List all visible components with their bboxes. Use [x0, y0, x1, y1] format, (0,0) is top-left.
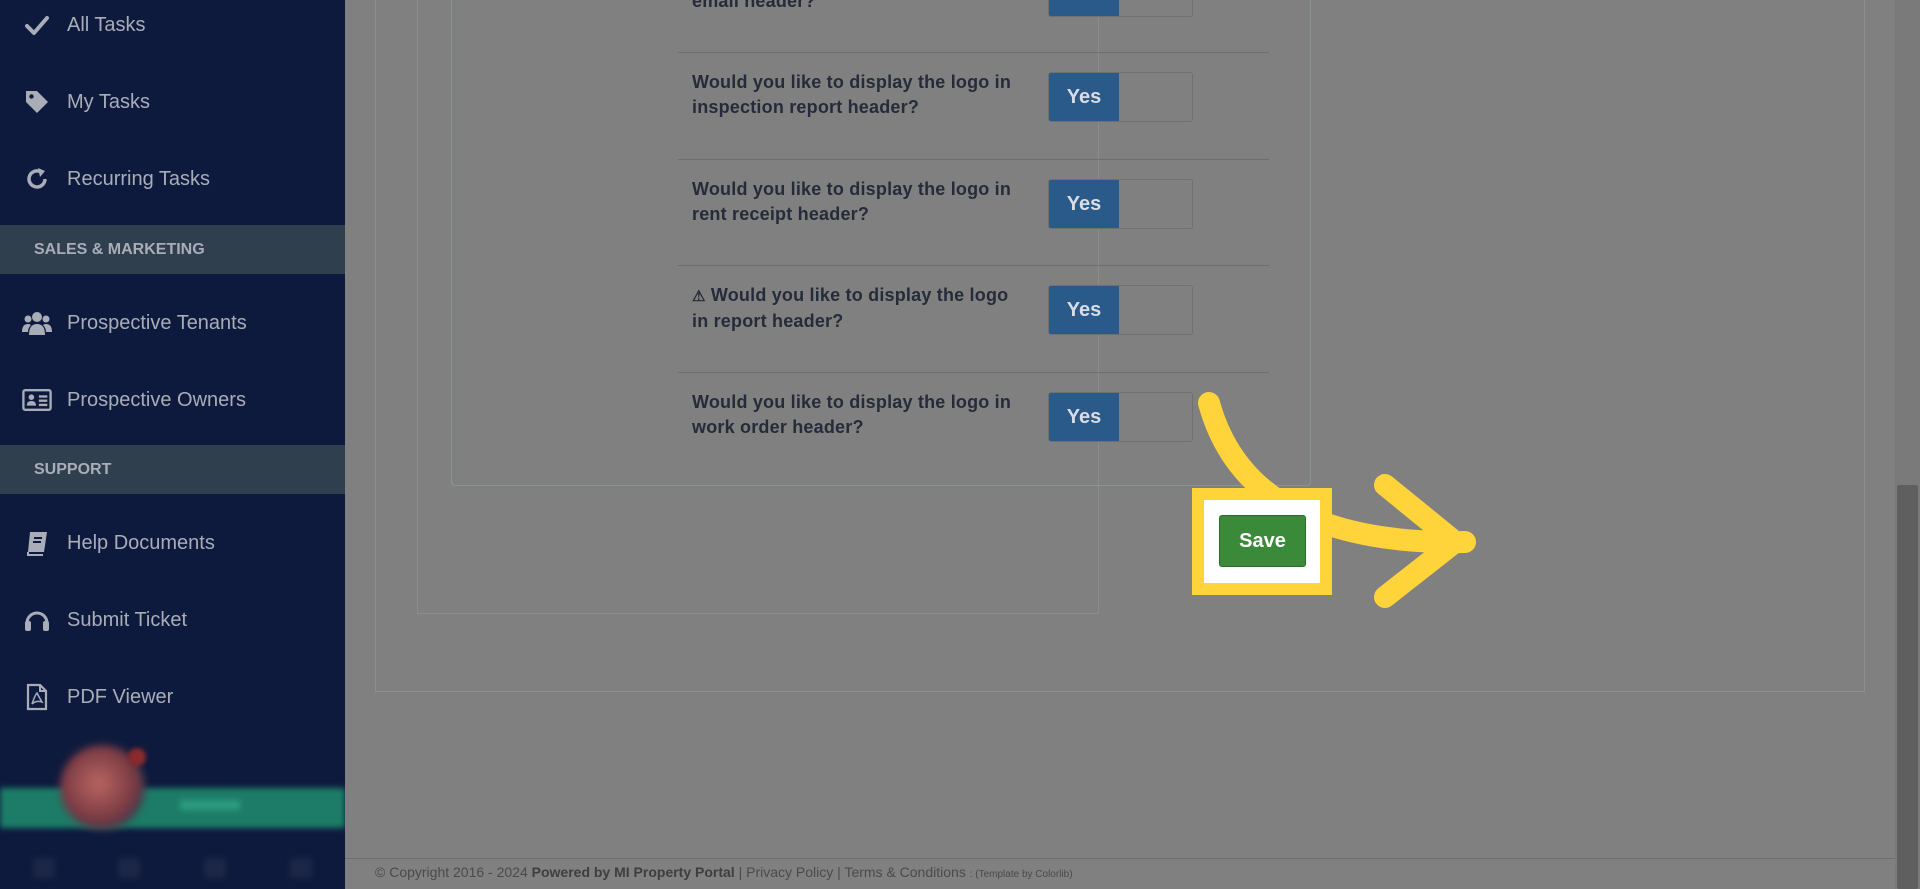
sidebar-item-label: PDF Viewer	[67, 685, 174, 708]
question-rent-receipt-header: Would you like to display the logo in re…	[692, 179, 1012, 224]
sidebar-item-my-tasks[interactable]: My Tasks	[0, 64, 345, 140]
sidebar: All Tasks My Tasks Recurring Tasks SALES…	[0, 0, 345, 889]
row-divider	[678, 52, 1269, 53]
toggle-work-order-header[interactable]: Yes	[1048, 392, 1193, 442]
sidebar-item-label: Help Documents	[67, 531, 215, 554]
footer-copyright: © Copyright 2016 - 2024	[375, 864, 528, 880]
question-email-header: email header?	[692, 0, 816, 11]
sidebar-footer-icons	[0, 850, 345, 889]
sidebar-item-label: Submit Ticket	[67, 608, 188, 631]
footer-icon[interactable]	[290, 858, 312, 878]
scrollbar-thumb[interactable]	[1897, 485, 1918, 889]
check-icon	[22, 10, 52, 40]
footer-separator: |	[738, 864, 743, 880]
warning-icon: ⚠	[692, 288, 706, 305]
footer-icon[interactable]	[33, 858, 55, 878]
footer-template-credit: : (Template by Colorlib)	[969, 869, 1073, 880]
tag-icon	[22, 87, 52, 117]
footer-terms-link[interactable]: Terms & Conditions	[844, 864, 965, 880]
section-header-sales-marketing: SALES & MARKETING	[0, 225, 345, 274]
footer-privacy-link[interactable]: Privacy Policy	[746, 864, 833, 880]
row-divider	[678, 372, 1269, 373]
sidebar-item-help-documents[interactable]: Help Documents	[0, 505, 345, 581]
footer-icon[interactable]	[118, 858, 140, 878]
users-icon	[22, 308, 52, 338]
toggle-inspection-report-header[interactable]: Yes	[1048, 72, 1193, 122]
sidebar-item-label: Prospective Tenants	[67, 311, 247, 334]
sidebar-item-prospective-owners[interactable]: Prospective Owners	[0, 362, 345, 438]
sidebar-item-label: My Tasks	[67, 90, 150, 113]
pdf-file-icon	[22, 682, 52, 712]
notification-badge	[128, 748, 146, 766]
section-header-support: SUPPORT	[0, 445, 345, 494]
sidebar-item-label: Prospective Owners	[67, 388, 246, 411]
sidebar-item-recurring-tasks[interactable]: Recurring Tasks	[0, 141, 345, 217]
user-status-text	[180, 800, 240, 810]
refresh-icon	[22, 164, 52, 194]
toggle-email-header[interactable]	[1048, 0, 1193, 17]
sidebar-item-pdf-viewer[interactable]: PDF Viewer	[0, 659, 345, 735]
save-button[interactable]: Save	[1219, 515, 1306, 567]
question-work-order-header: Would you like to display the logo in wo…	[692, 392, 1012, 437]
sidebar-item-all-tasks[interactable]: All Tasks	[0, 0, 345, 63]
sidebar-item-label: Recurring Tasks	[67, 167, 211, 190]
footer-divider	[345, 858, 1895, 859]
sidebar-item-submit-ticket[interactable]: Submit Ticket	[0, 582, 345, 658]
footer-separator: |	[837, 864, 841, 880]
footer: © Copyright 2016 - 2024 Powered by MI Pr…	[375, 864, 1073, 880]
id-card-icon	[22, 385, 52, 415]
footer-powered-by[interactable]: Powered by MI Property Portal	[532, 864, 735, 880]
sidebar-item-prospective-tenants[interactable]: Prospective Tenants	[0, 285, 345, 361]
row-divider	[678, 159, 1269, 160]
footer-icon[interactable]	[204, 858, 226, 878]
sidebar-item-label: All Tasks	[67, 13, 146, 36]
headset-icon	[22, 605, 52, 635]
toggle-report-header[interactable]: Yes	[1048, 285, 1193, 335]
question-inspection-report-header: Would you like to display the logo in in…	[692, 72, 1012, 117]
book-icon	[22, 528, 52, 558]
main-content: email header? Would you like to display …	[345, 0, 1920, 889]
question-report-header: ⚠ Would you like to display the logo in …	[692, 285, 1009, 331]
user-status-bar	[0, 788, 345, 828]
row-divider	[678, 265, 1269, 266]
toggle-rent-receipt-header[interactable]: Yes	[1048, 179, 1193, 229]
